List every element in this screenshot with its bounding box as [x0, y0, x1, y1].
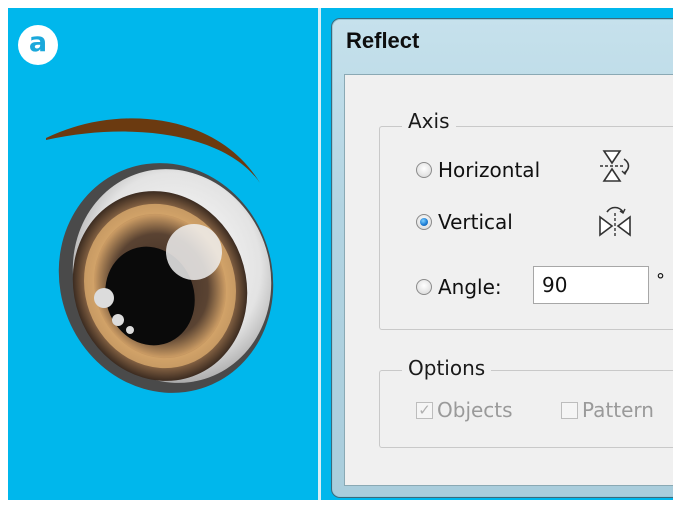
radio-horizontal-label: Horizontal: [438, 158, 541, 182]
checkbox-objects-label: Objects: [437, 398, 513, 422]
cartoon-eye-illustration: [46, 118, 274, 393]
dialog-title: Reflect: [346, 28, 420, 53]
eye-highlight-medium: [94, 288, 114, 308]
radio-vertical-label: Vertical: [438, 210, 513, 234]
radio-angle-button[interactable]: [416, 279, 432, 295]
radio-horizontal[interactable]: Horizontal: [416, 158, 540, 182]
options-group-label: Options: [402, 356, 492, 380]
radio-vertical-button[interactable]: [416, 214, 432, 230]
checkbox-patterns[interactable]: Pattern: [561, 398, 654, 422]
eye-highlight-tiny: [126, 326, 134, 334]
axis-group-label: Axis: [402, 109, 456, 133]
checkbox-objects-box[interactable]: ✓: [416, 401, 433, 419]
eye-highlight-large: [166, 224, 222, 280]
radio-vertical[interactable]: Vertical: [416, 210, 513, 234]
eye-highlight-small: [112, 314, 124, 326]
checkbox-patterns-box[interactable]: [561, 401, 578, 419]
radio-horizontal-button[interactable]: [416, 162, 432, 178]
checkbox-objects[interactable]: ✓ Objects: [416, 398, 513, 422]
reflect-horizontal-icon: [600, 150, 630, 182]
reflect-vertical-icon: [599, 206, 631, 237]
radio-angle-label: Angle:: [438, 275, 502, 299]
screenshot-canvas: a Reflect Axis Horizontal Vertical Angle…: [0, 0, 673, 508]
radio-angle[interactable]: Angle:: [416, 275, 502, 299]
step-badge: a: [18, 25, 58, 65]
angle-input[interactable]: 90: [533, 266, 649, 304]
angle-degree-symbol: °: [656, 270, 665, 291]
checkbox-patterns-label: Pattern: [582, 398, 654, 422]
